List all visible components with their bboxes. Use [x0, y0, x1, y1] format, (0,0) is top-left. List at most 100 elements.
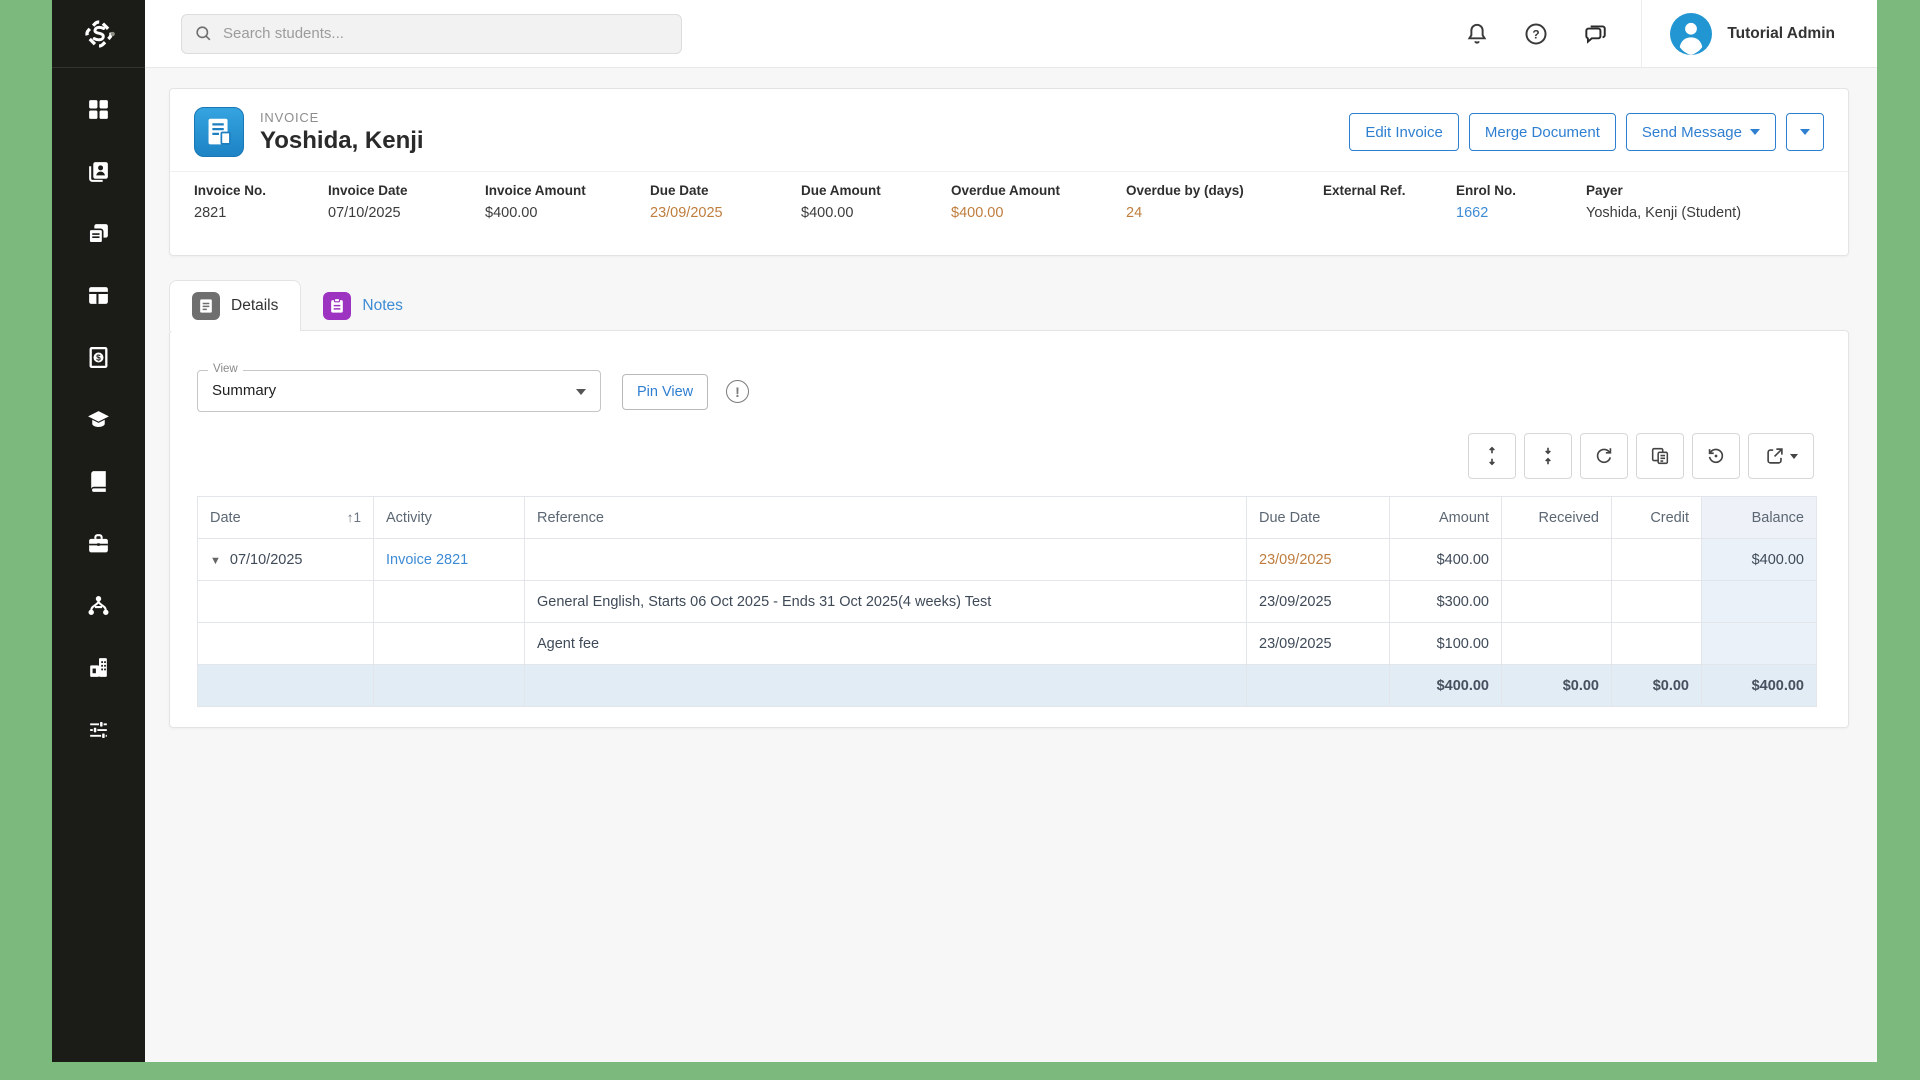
grid-icon: [86, 97, 111, 122]
page-title: Yoshida, Kenji: [260, 127, 424, 155]
app-logo[interactable]: [52, 0, 145, 68]
user-name: Tutorial Admin: [1727, 25, 1835, 43]
table-header-row: Date↑1 Activity Reference Due Date Amoun…: [198, 497, 1817, 539]
panel-icon: [86, 283, 111, 308]
history-icon: [1705, 445, 1727, 467]
chat-icon[interactable]: [1582, 21, 1608, 47]
invoice-icon: [194, 107, 244, 157]
sidebar-item-settings[interactable]: [77, 716, 121, 742]
sort-indicator: ↑1: [347, 510, 361, 525]
table-totals-row: $400.00 $0.00 $0.00 $400.00: [198, 665, 1817, 707]
student-search[interactable]: [181, 14, 682, 54]
sidebar-item-courses[interactable]: [77, 468, 121, 494]
search-input[interactable]: [223, 25, 669, 42]
collapse-rows-icon: [1537, 445, 1559, 467]
entity-type-label: INVOICE: [260, 110, 424, 125]
expand-rows-icon: [1481, 445, 1503, 467]
edit-invoice-button[interactable]: Edit Invoice: [1349, 113, 1459, 151]
field-overdue-amount: Overdue Amount $400.00: [951, 183, 1126, 222]
column-header-balance[interactable]: Balance: [1702, 497, 1817, 539]
app-window: $: [52, 0, 1877, 1062]
chevron-down-icon: [1750, 129, 1760, 135]
bell-icon[interactable]: [1464, 21, 1490, 47]
send-message-button[interactable]: Send Message: [1626, 113, 1776, 151]
field-overdue-days: Overdue by (days) 24: [1126, 183, 1323, 222]
collapse-rows-button[interactable]: [1524, 433, 1572, 479]
export-button[interactable]: [1748, 433, 1814, 479]
sidebar: $: [52, 0, 145, 1062]
details-panel: View Summary Pin View !: [169, 330, 1849, 728]
building-icon: [86, 655, 111, 680]
pin-view-button[interactable]: Pin View: [622, 374, 708, 410]
sliders-icon: [86, 717, 111, 742]
table-row-line-item[interactable]: General English, Starts 06 Oct 2025 - En…: [198, 581, 1817, 623]
expand-rows-button[interactable]: [1468, 433, 1516, 479]
tab-notes[interactable]: Notes: [301, 280, 425, 331]
column-header-received[interactable]: Received: [1502, 497, 1612, 539]
invoice-activity-table: Date↑1 Activity Reference Due Date Amoun…: [197, 496, 1817, 707]
chevron-down-icon: [576, 389, 586, 395]
id-card-icon: [86, 159, 111, 184]
copy-button[interactable]: [1636, 433, 1684, 479]
chevron-down-icon: [1790, 454, 1798, 459]
field-due-date: Due Date 23/09/2025: [650, 183, 801, 222]
tab-details[interactable]: Details: [169, 280, 301, 331]
column-header-activity[interactable]: Activity: [374, 497, 525, 539]
refresh-icon: [1593, 445, 1615, 467]
sidebar-item-contacts[interactable]: [77, 158, 121, 184]
help-icon[interactable]: ?: [1523, 21, 1549, 47]
view-select[interactable]: View Summary: [197, 370, 601, 412]
sidebar-item-services[interactable]: [77, 530, 121, 556]
svg-text:?: ?: [1533, 27, 1540, 41]
svg-text:$: $: [96, 352, 101, 362]
details-tab-icon: [192, 292, 220, 320]
field-invoice-amount: Invoice Amount $400.00: [485, 183, 650, 222]
logo-icon: [77, 12, 121, 56]
field-external-ref: External Ref.: [1323, 183, 1456, 222]
search-icon: [194, 24, 213, 43]
history-button[interactable]: [1692, 433, 1740, 479]
column-header-date[interactable]: Date↑1: [198, 497, 374, 539]
sidebar-item-finance[interactable]: $: [77, 344, 121, 370]
sidebar-item-education[interactable]: [77, 406, 121, 432]
field-payer: Payer Yoshida, Kenji (Student): [1586, 183, 1824, 222]
table-row-invoice[interactable]: ▼07/10/2025 Invoice 2821 23/09/2025 $400…: [198, 539, 1817, 581]
dollar-document-icon: $: [86, 345, 111, 370]
graduation-cap-icon: [86, 407, 111, 432]
total-received: $0.00: [1502, 665, 1612, 707]
table-row-line-item[interactable]: Agent fee 23/09/2025 $100.00: [198, 623, 1817, 665]
sidebar-item-dashboard[interactable]: [77, 96, 121, 122]
column-header-amount[interactable]: Amount: [1390, 497, 1502, 539]
sidebar-item-organisation[interactable]: [77, 654, 121, 680]
column-header-credit[interactable]: Credit: [1612, 497, 1702, 539]
topbar: ? Tutorial Admin: [145, 0, 1877, 68]
user-menu[interactable]: Tutorial Admin: [1642, 13, 1877, 55]
column-header-due-date[interactable]: Due Date: [1247, 497, 1390, 539]
topbar-actions: ? Tutorial Admin: [1464, 0, 1877, 67]
view-select-label: View: [208, 363, 243, 375]
total-amount: $400.00: [1390, 665, 1502, 707]
enrol-no-link[interactable]: 1662: [1456, 205, 1586, 222]
sidebar-nav: $: [52, 68, 145, 742]
invoice-summary-fields: Invoice No. 2821 Invoice Date 07/10/2025…: [170, 171, 1848, 222]
collapse-row-icon[interactable]: ▼: [210, 555, 221, 567]
sidebar-item-layout[interactable]: [77, 282, 121, 308]
info-icon[interactable]: !: [726, 380, 749, 403]
grid-toolbar: [1468, 433, 1814, 479]
merge-document-button[interactable]: Merge Document: [1469, 113, 1616, 151]
copy-icon: [1649, 445, 1671, 467]
main-content: INVOICE Yoshida, Kenji Edit Invoice Merg…: [145, 68, 1877, 1062]
refresh-button[interactable]: [1580, 433, 1628, 479]
more-actions-button[interactable]: [1786, 113, 1824, 151]
invoice-header-card: INVOICE Yoshida, Kenji Edit Invoice Merg…: [169, 88, 1849, 256]
export-icon: [1764, 445, 1786, 467]
field-enrol-no: Enrol No. 1662: [1456, 183, 1586, 222]
sidebar-item-documents[interactable]: [77, 220, 121, 246]
invoice-activity-link[interactable]: Invoice 2821: [386, 552, 468, 568]
sidebar-item-agents[interactable]: [77, 592, 121, 618]
column-header-reference[interactable]: Reference: [525, 497, 1247, 539]
briefcase-icon: [86, 531, 111, 556]
avatar: [1670, 13, 1712, 55]
total-credit: $0.00: [1612, 665, 1702, 707]
chevron-down-icon: [1800, 129, 1810, 135]
